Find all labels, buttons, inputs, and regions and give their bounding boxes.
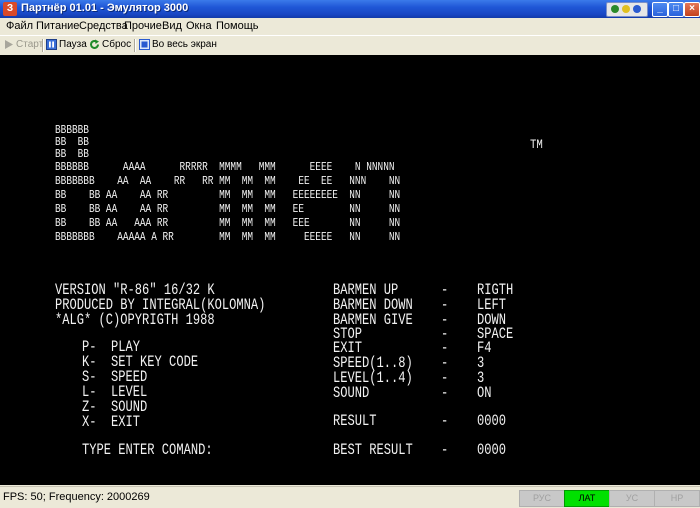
start-button[interactable]: Старт (3, 39, 43, 53)
trademark-label: TM (530, 137, 543, 152)
barmen-logo-row: BB BB AA AA RR MM MM MM EEEEEEEE NN NN (55, 189, 401, 202)
best-result-label: BEST RESULT (333, 441, 413, 459)
fullscreen-button[interactable]: Во весь экран (139, 39, 217, 53)
keyboard-layout-indicator[interactable] (606, 2, 648, 17)
maximize-button[interactable]: □ (668, 2, 684, 17)
result-dash: - (441, 412, 449, 430)
toolbar: Старт Пауза Сброс Во весь экран (0, 35, 700, 56)
menu-bar: Файл Питание Средства Прочие Вид Окна По… (0, 18, 700, 35)
indicator-lat: ЛАТ (564, 490, 610, 507)
barmen-logo-row: BBBBBB AAAA RRRRR MMMM MMM EEEE N NNNNN (55, 161, 395, 174)
barmen-logo-row: BB BB AA AA RR MM MM MM EE NN NN (55, 203, 401, 216)
result-label: RESULT (333, 412, 377, 430)
fps-frequency-status: FPS: 50; Frequency: 2000269 (3, 491, 150, 503)
setting-dash: - (441, 384, 449, 402)
fullscreen-icon (139, 39, 150, 50)
best-result-value: 0000 (477, 441, 507, 459)
menu-view[interactable]: Вид (162, 20, 182, 32)
result-value: 0000 (477, 412, 507, 430)
barmen-logo-row: BBBBBBB AA AA RR RR MM MM MM EE EE NNN N… (55, 175, 401, 188)
barmen-logo-row: BBBBBBB AAAAA A RR MM MM MM EEEEE NN NN (55, 231, 401, 244)
refresh-icon (90, 39, 99, 49)
command-exit: X- EXIT (82, 413, 141, 431)
enter-command-prompt: TYPE ENTER COMAND: (82, 441, 213, 459)
menu-tools[interactable]: Средства (79, 20, 128, 32)
window-title: Партнёр 01.01 - Эмулятор 3000 (21, 2, 189, 14)
status-bar: FPS: 50; Frequency: 2000269 РУС ЛАТ УС Н… (0, 486, 700, 508)
minimize-button[interactable]: _ (652, 2, 668, 17)
setting-key: SOUND (333, 384, 370, 402)
copyright-line: *ALG* (C)OPYRIGTH 1988 (55, 311, 215, 329)
indicator-rus: РУС (519, 490, 565, 507)
reset-button[interactable]: Сброс (89, 39, 131, 53)
best-result-dash: - (441, 441, 449, 459)
title-bar[interactable]: З Партнёр 01.01 - Эмулятор 3000 _ □ × (0, 0, 700, 18)
menu-file[interactable]: Файл (6, 20, 33, 32)
barmen-logo-row: BB BB AA AAA RR MM MM MM EEE NN NN (55, 217, 401, 230)
toolbar-separator (134, 39, 136, 52)
flag-icon (611, 5, 619, 13)
app-icon[interactable]: З (3, 2, 17, 16)
pause-button[interactable]: Пауза (46, 39, 87, 53)
close-button[interactable]: × (684, 2, 700, 17)
toolbar-separator (42, 39, 44, 52)
barmen-logo-row: BB BB (55, 148, 89, 161)
menu-windows[interactable]: Окна (186, 20, 212, 32)
menu-help[interactable]: Помощь (216, 20, 259, 32)
indicator-us: УС (609, 490, 655, 507)
emulator-screen[interactable]: BBBBBB BB BB BB BB BBBBBB AAAA RRRRR MMM… (0, 55, 700, 485)
flag-icon (633, 5, 641, 13)
flag-icon (622, 5, 630, 13)
setting-value: ON (477, 384, 492, 402)
menu-other[interactable]: Прочие (124, 20, 162, 32)
play-icon (5, 40, 13, 49)
indicator-nr: НР (654, 490, 700, 507)
pause-icon (46, 39, 57, 50)
menu-power[interactable]: Питание (36, 20, 79, 32)
